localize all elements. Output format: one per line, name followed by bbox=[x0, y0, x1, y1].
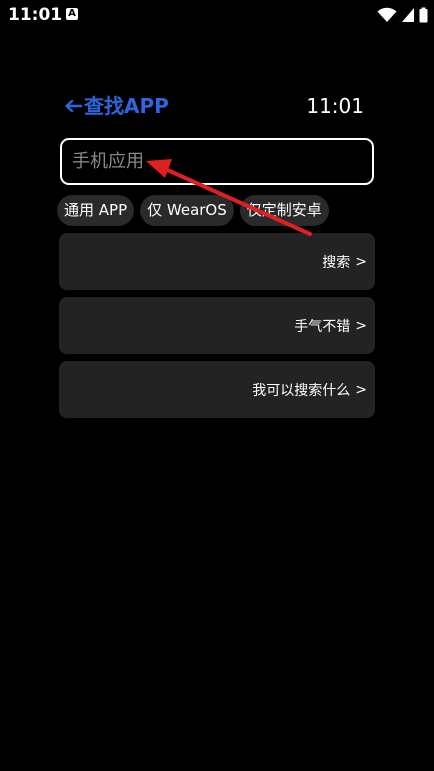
battery-icon bbox=[419, 7, 428, 23]
search-input[interactable] bbox=[62, 140, 372, 183]
page-title: 查找APP bbox=[84, 94, 169, 118]
chip-wearos-only[interactable]: 仅 WearOS bbox=[140, 195, 234, 226]
arrow-left-icon bbox=[64, 99, 82, 113]
card-label: 搜索 bbox=[322, 254, 351, 271]
signal-icon bbox=[401, 7, 415, 23]
chevron-right-icon: > bbox=[355, 381, 367, 398]
filter-chips: 通用 APP 仅 WearOS 仅定制安卓 bbox=[57, 195, 329, 226]
wifi-icon bbox=[377, 7, 397, 23]
status-time: 11:01 bbox=[8, 5, 63, 25]
chip-general-app[interactable]: 通用 APP bbox=[57, 195, 135, 226]
search-card[interactable]: 搜索 > bbox=[59, 233, 375, 290]
search-box bbox=[60, 138, 374, 185]
what-can-i-search-card[interactable]: 我可以搜索什么 > bbox=[59, 361, 375, 418]
back-button[interactable]: 查找APP bbox=[64, 92, 169, 120]
header-clock: 11:01 bbox=[306, 94, 364, 118]
card-label: 手气不错 bbox=[294, 318, 351, 335]
chevron-right-icon: > bbox=[355, 317, 367, 334]
status-icons bbox=[377, 6, 428, 24]
app-header: 查找APP 11:01 bbox=[64, 92, 366, 120]
a-icon: A bbox=[66, 8, 78, 20]
card-label: 我可以搜索什么 bbox=[252, 382, 351, 399]
feeling-lucky-card[interactable]: 手气不错 > bbox=[59, 297, 375, 354]
status-bar: 11:01 A bbox=[0, 0, 434, 30]
chip-custom-android-only[interactable]: 仅定制安卓 bbox=[239, 195, 329, 226]
chevron-right-icon: > bbox=[355, 253, 367, 270]
